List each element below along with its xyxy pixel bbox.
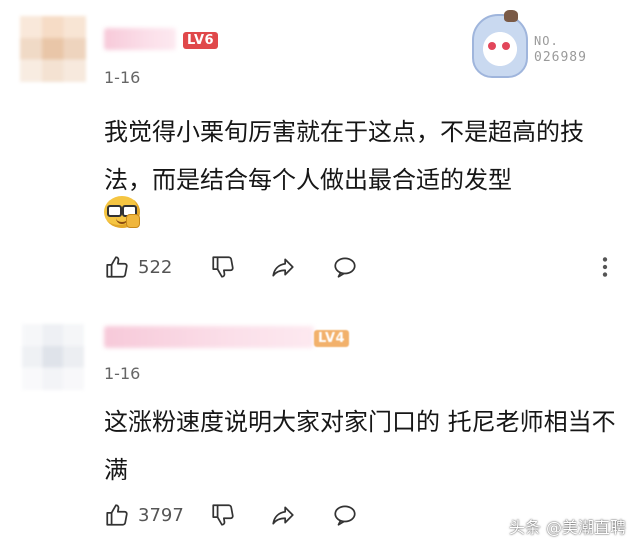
thumbs-up-icon [106, 504, 128, 526]
thumbs-down-icon [212, 504, 234, 526]
comment-bubble-icon [334, 505, 356, 526]
dislike-button[interactable] [210, 252, 236, 282]
level-badge: LV6 [183, 32, 219, 49]
anime-character-icon [472, 10, 528, 78]
share-arrow-icon [272, 506, 294, 525]
username-blurred[interactable] [104, 326, 314, 348]
more-options-button[interactable] [592, 252, 618, 282]
thumbs-up-icon [106, 256, 128, 278]
username-blurred[interactable] [104, 28, 176, 50]
badge-number-label: NO. [534, 34, 559, 48]
avatar[interactable] [22, 324, 84, 390]
comment-date: 1-16 [104, 68, 141, 87]
comment-actions: 522 [104, 252, 624, 282]
comment-text: 我觉得小栗旬厉害就在于这点，不是超高的技法，而是结合每个人做出最合适的发型 [104, 118, 584, 194]
reply-button[interactable] [332, 252, 358, 282]
comment-item: LV6 NO. 026989 1-16 我觉得小栗旬厉害就在于这点，不是超高的技… [0, 0, 640, 300]
comment-bubble-icon [334, 257, 356, 278]
dislike-button[interactable] [210, 500, 236, 530]
fan-badge: NO. 026989 [470, 10, 600, 78]
like-button[interactable]: 522 [104, 252, 172, 282]
level-badge: LV4 [314, 330, 350, 347]
comment-text: 这涨粉速度说明大家对家门口的 托尼老师相当不满 [104, 408, 616, 484]
nerd-emoji-icon [104, 196, 140, 228]
avatar[interactable] [20, 16, 86, 82]
more-dots-icon [602, 257, 608, 277]
like-button[interactable]: 3797 [104, 500, 184, 530]
reply-button[interactable] [332, 500, 358, 530]
share-button[interactable] [270, 252, 296, 282]
watermark: 头条 @美潮直聘 [508, 518, 626, 537]
thumbs-down-icon [212, 256, 234, 278]
comment-date: 1-16 [104, 364, 141, 383]
like-count: 522 [138, 256, 173, 278]
share-button[interactable] [270, 500, 296, 530]
share-arrow-icon [272, 258, 294, 277]
like-count: 3797 [138, 504, 184, 526]
badge-number: 026989 [534, 50, 587, 65]
